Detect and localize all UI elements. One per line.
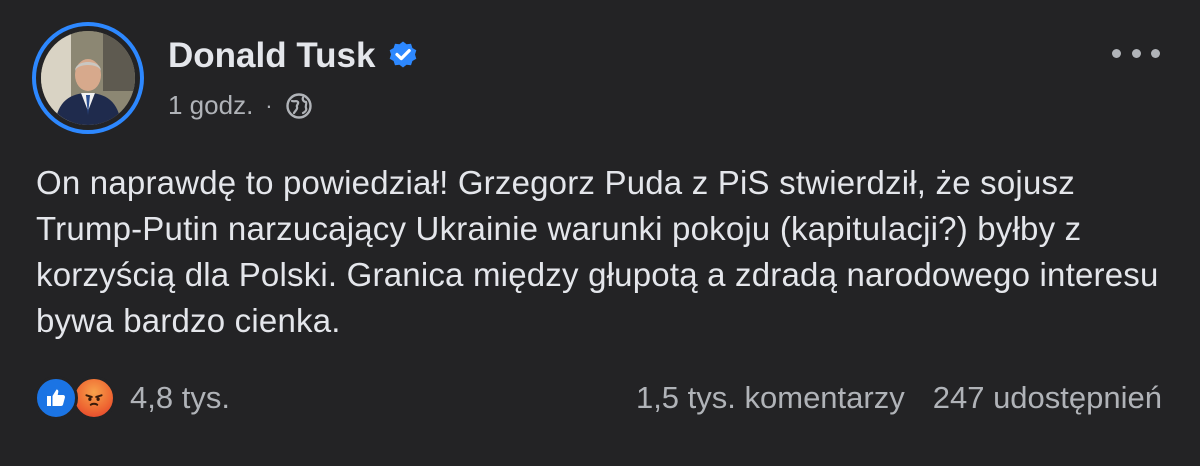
author-name[interactable]: Donald Tusk: [168, 36, 375, 76]
meta-separator: ·: [265, 92, 273, 118]
post-timestamp[interactable]: 1 godz.: [168, 90, 253, 121]
verified-badge-icon: [387, 40, 419, 72]
more-dot: [1131, 48, 1141, 58]
comments-count[interactable]: 1,5 tys. komentarzy: [636, 380, 905, 416]
globe-icon[interactable]: [285, 92, 313, 120]
more-dot: [1112, 48, 1121, 58]
reactions-count[interactable]: 4,8 tys.: [130, 380, 230, 416]
shares-count[interactable]: 247 udostępnień: [933, 380, 1162, 416]
reactions-summary[interactable]: 4,8 tys.: [34, 376, 230, 420]
avatar-photo: [41, 31, 135, 125]
post-meta: 1 godz. ·: [168, 90, 313, 121]
like-icon: [34, 376, 78, 420]
engagement-stats: 1,5 tys. komentarzy 247 udostępnień: [636, 380, 1162, 416]
author-name-row: Donald Tusk: [168, 36, 419, 76]
more-dot: [1151, 48, 1160, 58]
author-avatar[interactable]: [32, 22, 144, 134]
post-text: On naprawdę to powiedział! Grzegorz Puda…: [36, 164, 1159, 339]
more-options-icon[interactable]: [1112, 38, 1160, 68]
angry-icon: [72, 376, 116, 420]
